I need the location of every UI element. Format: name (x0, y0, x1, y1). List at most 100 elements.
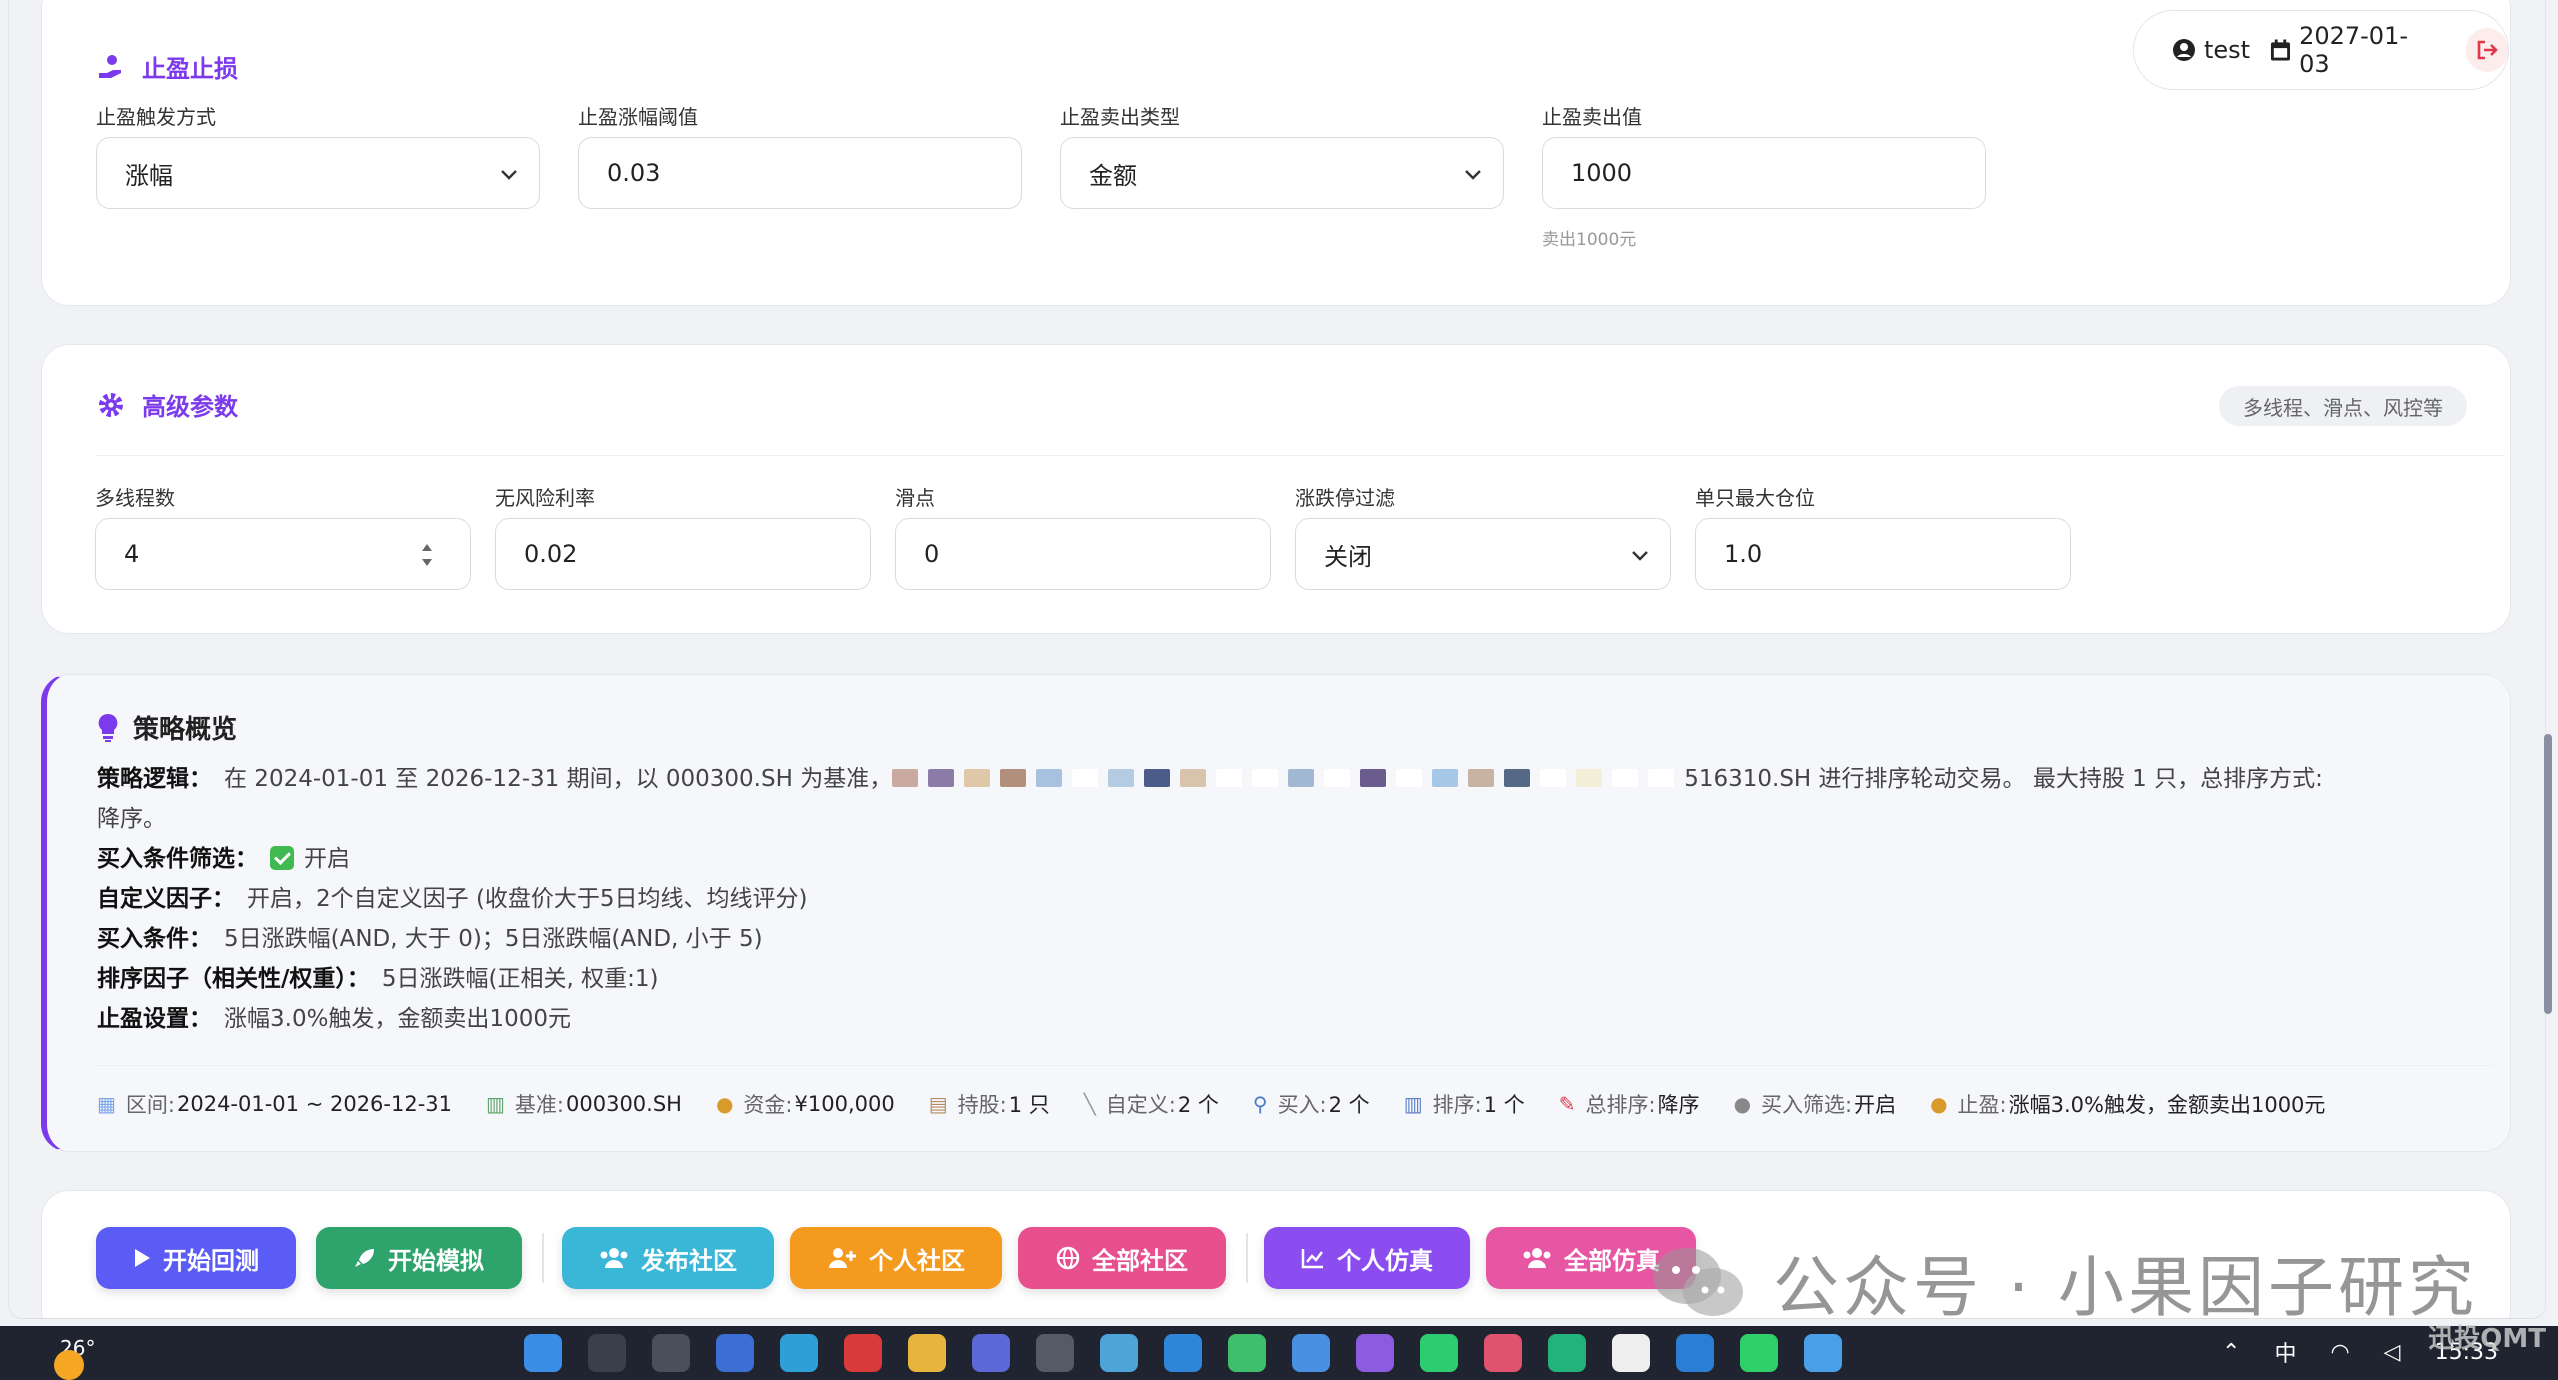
watermark-text: 公众号 · 小果因子研究 (1773, 1249, 2478, 1319)
tp-sell-type-select[interactable]: 金额 (1060, 137, 1504, 209)
stepper-arrows-icon[interactable] (420, 541, 434, 569)
advanced-badge: 多线程、滑点、风控等 (2219, 386, 2467, 426)
chevron-up-icon[interactable]: ⌃ (2222, 1340, 2240, 1365)
start-backtest-button[interactable]: 开始回测 (96, 1227, 296, 1289)
user-name: test (2204, 36, 2251, 64)
slippage-label: 滑点 (895, 486, 935, 510)
folder-icon[interactable] (908, 1334, 946, 1372)
logout-button[interactable] (2465, 28, 2508, 72)
globe-icon (1056, 1246, 1080, 1270)
tp-sell-type-value: 金额 (1089, 161, 1137, 190)
corner-watermark: 迅投QMT (2428, 1324, 2546, 1354)
start-icon[interactable] (524, 1334, 562, 1372)
logout-icon (2477, 40, 2498, 60)
advanced-title-text: 高级参数 (142, 393, 238, 421)
buy-filter-line: 买入条件筛选： 开启 (97, 839, 2497, 879)
browser-icon[interactable] (1100, 1334, 1138, 1372)
search-icon[interactable] (588, 1334, 626, 1372)
app-icon[interactable] (1420, 1334, 1458, 1372)
wechat-app-icon[interactable] (1228, 1334, 1266, 1372)
moneybag-icon: ● (715, 1092, 734, 1116)
wrench-icon: ╲ (1083, 1092, 1096, 1116)
tp-key: 止盈设置： (97, 1006, 212, 1032)
max-position-input[interactable]: 1.0 (1695, 518, 2071, 590)
outlook-icon[interactable] (716, 1334, 754, 1372)
summary-divider (97, 1065, 2493, 1066)
take-profit-title: 止盈止损 (96, 49, 238, 84)
stat-value: 2024-01-01 ~ 2026-12-31 (176, 1092, 453, 1116)
tp-sell-value-hint: 卖出1000元 (1542, 230, 1637, 250)
stat-label: 买入筛选: (1761, 1093, 1853, 1117)
stat-capital: ● 资金: ¥100,000 (716, 1089, 895, 1119)
calendar-icon (2271, 39, 2291, 61)
vscode-icon[interactable] (1676, 1334, 1714, 1372)
chevron-down-icon (1632, 551, 1648, 561)
input-language[interactable]: 中 (2274, 1336, 2296, 1368)
panda-icon[interactable] (1612, 1334, 1650, 1372)
publish-community-button[interactable]: 发布社区 (562, 1227, 774, 1289)
stat-label: 持股: (957, 1093, 1007, 1117)
limit-filter-label: 涨跌停过滤 (1295, 486, 1395, 510)
threads-stepper[interactable]: 4 (95, 518, 471, 590)
ie-icon[interactable] (1164, 1334, 1202, 1372)
magnifier-icon: ⚲ (1252, 1092, 1268, 1116)
buy-condition-line: 买入条件： 5日涨跌幅(AND, 大于 0)；5日涨跌幅(AND, 小于 5) (97, 919, 2497, 959)
app-icon[interactable] (1548, 1334, 1586, 1372)
tp-threshold-value: 0.03 (607, 159, 661, 187)
volume-icon[interactable]: ◁ (2384, 1340, 2401, 1365)
app-icon[interactable] (1292, 1334, 1330, 1372)
max-position-value: 1.0 (1724, 540, 1763, 568)
button-label: 个人社区 (869, 1246, 965, 1275)
taskview-icon[interactable] (652, 1334, 690, 1372)
app-icon[interactable] (1356, 1334, 1394, 1372)
store-icon[interactable] (972, 1334, 1010, 1372)
logic-end: 516310.SH 进行排序轮动交易。 最大持股 1 只，总排序方式: (1684, 766, 2323, 792)
tp-sell-type-label: 止盈卖出类型 (1060, 105, 1180, 129)
button-label: 个人仿真 (1337, 1246, 1433, 1275)
all-community-button[interactable]: 全部社区 (1018, 1227, 1226, 1289)
users-icon (1522, 1247, 1552, 1269)
tp-trigger-value: 涨幅 (125, 161, 173, 190)
stat-label: 买入: (1277, 1093, 1327, 1117)
rocket-icon (354, 1247, 376, 1269)
buy-filter-key: 买入条件筛选： (97, 846, 258, 872)
tp-threshold-input[interactable]: 0.03 (578, 137, 1022, 209)
button-divider (1246, 1233, 1248, 1283)
user-date: 2027-01-03 (2299, 22, 2408, 78)
stat-value: 2 个 (1328, 1093, 1370, 1117)
weather-widget[interactable]: 26° (54, 1336, 95, 1380)
bar-chart-icon: ▥ (1403, 1092, 1423, 1116)
app-icon[interactable] (1484, 1334, 1522, 1372)
slippage-value: 0 (924, 540, 940, 568)
slippage-input[interactable]: 0 (895, 518, 1271, 590)
limit-filter-select[interactable]: 关闭 (1295, 518, 1671, 590)
stat-holdings: ▤ 持股: 1 只 (929, 1089, 1050, 1119)
chat-icon[interactable] (1740, 1334, 1778, 1372)
personal-community-button[interactable]: 个人社区 (790, 1227, 1002, 1289)
advanced-divider (95, 455, 2505, 456)
risk-free-value: 0.02 (524, 540, 578, 568)
edge-icon[interactable] (780, 1334, 818, 1372)
stat-buy: ⚲ 买入: 2 个 (1253, 1089, 1370, 1119)
sun-icon (54, 1350, 84, 1380)
tp-sell-value-input[interactable]: 1000 (1542, 137, 1986, 209)
checkbox-checked-icon (270, 845, 294, 870)
start-simulation-button[interactable]: 开始模拟 (316, 1227, 522, 1289)
stat-buy-filter: ● 买入筛选: 开启 (1734, 1089, 1897, 1119)
rank-key: 排序因子（相关性/权重）： (97, 966, 370, 992)
wechat-icon (1653, 1248, 1743, 1316)
user-info[interactable]: test (2172, 36, 2250, 64)
notes-icon[interactable] (1804, 1334, 1842, 1372)
app-icon[interactable] (1036, 1334, 1074, 1372)
scrollbar-thumb[interactable] (2544, 734, 2552, 1014)
tp-trigger-select[interactable]: 涨幅 (96, 137, 540, 209)
risk-free-input[interactable]: 0.02 (495, 518, 871, 590)
wps-icon[interactable] (844, 1334, 882, 1372)
buy-cond-value: 5日涨跌幅(AND, 大于 0)；5日涨跌幅(AND, 小于 5) (224, 926, 763, 952)
buy-cond-key: 买入条件： (97, 926, 212, 952)
summary-title-text: 策略概览 (133, 715, 238, 745)
wifi-icon[interactable]: ◠ (2330, 1340, 2349, 1365)
stat-label: 区间: (125, 1093, 175, 1117)
circle-icon: ● (1733, 1092, 1752, 1116)
personal-sim-button[interactable]: 个人仿真 (1264, 1227, 1470, 1289)
